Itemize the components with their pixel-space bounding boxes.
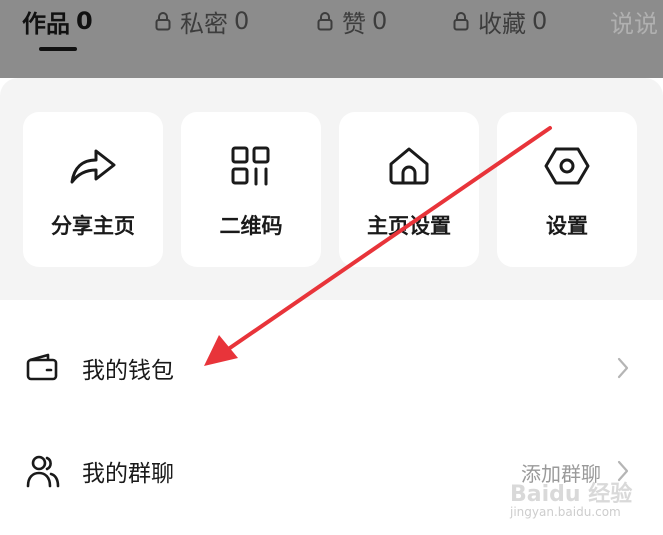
menu-item-label: 我的钱包 (82, 358, 174, 384)
tab-label: 私密 (180, 9, 228, 38)
quick-action-label: 主页设置 (367, 214, 451, 238)
tab-label: 收藏 (478, 9, 526, 38)
lock-icon (155, 12, 171, 31)
active-tab-indicator (39, 47, 77, 51)
watermark-url: jingyan.baidu.com (510, 505, 621, 519)
tab-private[interactable]: 私密 0 (154, 4, 249, 38)
tab-label: 说说 (610, 9, 658, 38)
menu-item-wallet[interactable]: 我的钱包 (0, 323, 663, 413)
tab-count: 0 (234, 7, 250, 35)
tab-label: 作品 (22, 9, 70, 38)
menu-item-label: 我的群聊 (82, 461, 174, 487)
qr-code-button[interactable]: 二维码 (181, 112, 321, 267)
lock-icon (453, 12, 469, 31)
group-users-icon (26, 455, 60, 488)
qr-code-icon (231, 146, 270, 186)
quick-action-label: 分享主页 (51, 214, 135, 238)
share-arrow-icon (70, 149, 116, 184)
tab-label: 赞 (342, 9, 366, 38)
chevron-right-icon (617, 357, 629, 379)
baidu-watermark: Baidu 经验 jingyan.baidu.com (508, 472, 658, 532)
watermark-brand: Baidu 经验 (510, 482, 633, 507)
hexagon-gear-icon (544, 147, 590, 185)
profile-tab-bar: 作品 0 私密 0 赞 0 收藏 0 说说 (0, 0, 663, 78)
tab-count: 0 (76, 7, 93, 35)
wallet-icon (26, 353, 58, 381)
settings-button[interactable]: 设置 (497, 112, 637, 267)
homepage-settings-button[interactable]: 主页设置 (339, 112, 479, 267)
tab-count: 0 (372, 7, 388, 35)
quick-actions-panel: 分享主页 二维码 主页设置 设置 (0, 78, 663, 300)
bottom-sheet: 分享主页 二维码 主页设置 设置 我的钱包 我的群聊 添加群聊 (0, 78, 663, 535)
tab-count: 0 (532, 7, 548, 35)
tab-works[interactable]: 作品 0 (22, 4, 93, 38)
share-profile-button[interactable]: 分享主页 (23, 112, 163, 267)
quick-action-label: 二维码 (219, 214, 283, 238)
lock-icon (317, 12, 333, 31)
home-icon (389, 147, 429, 185)
tab-moments[interactable]: 说说 (610, 4, 658, 38)
tab-favorites[interactable]: 收藏 0 (452, 4, 547, 38)
quick-action-label: 设置 (546, 214, 588, 238)
tab-likes[interactable]: 赞 0 (316, 4, 387, 38)
